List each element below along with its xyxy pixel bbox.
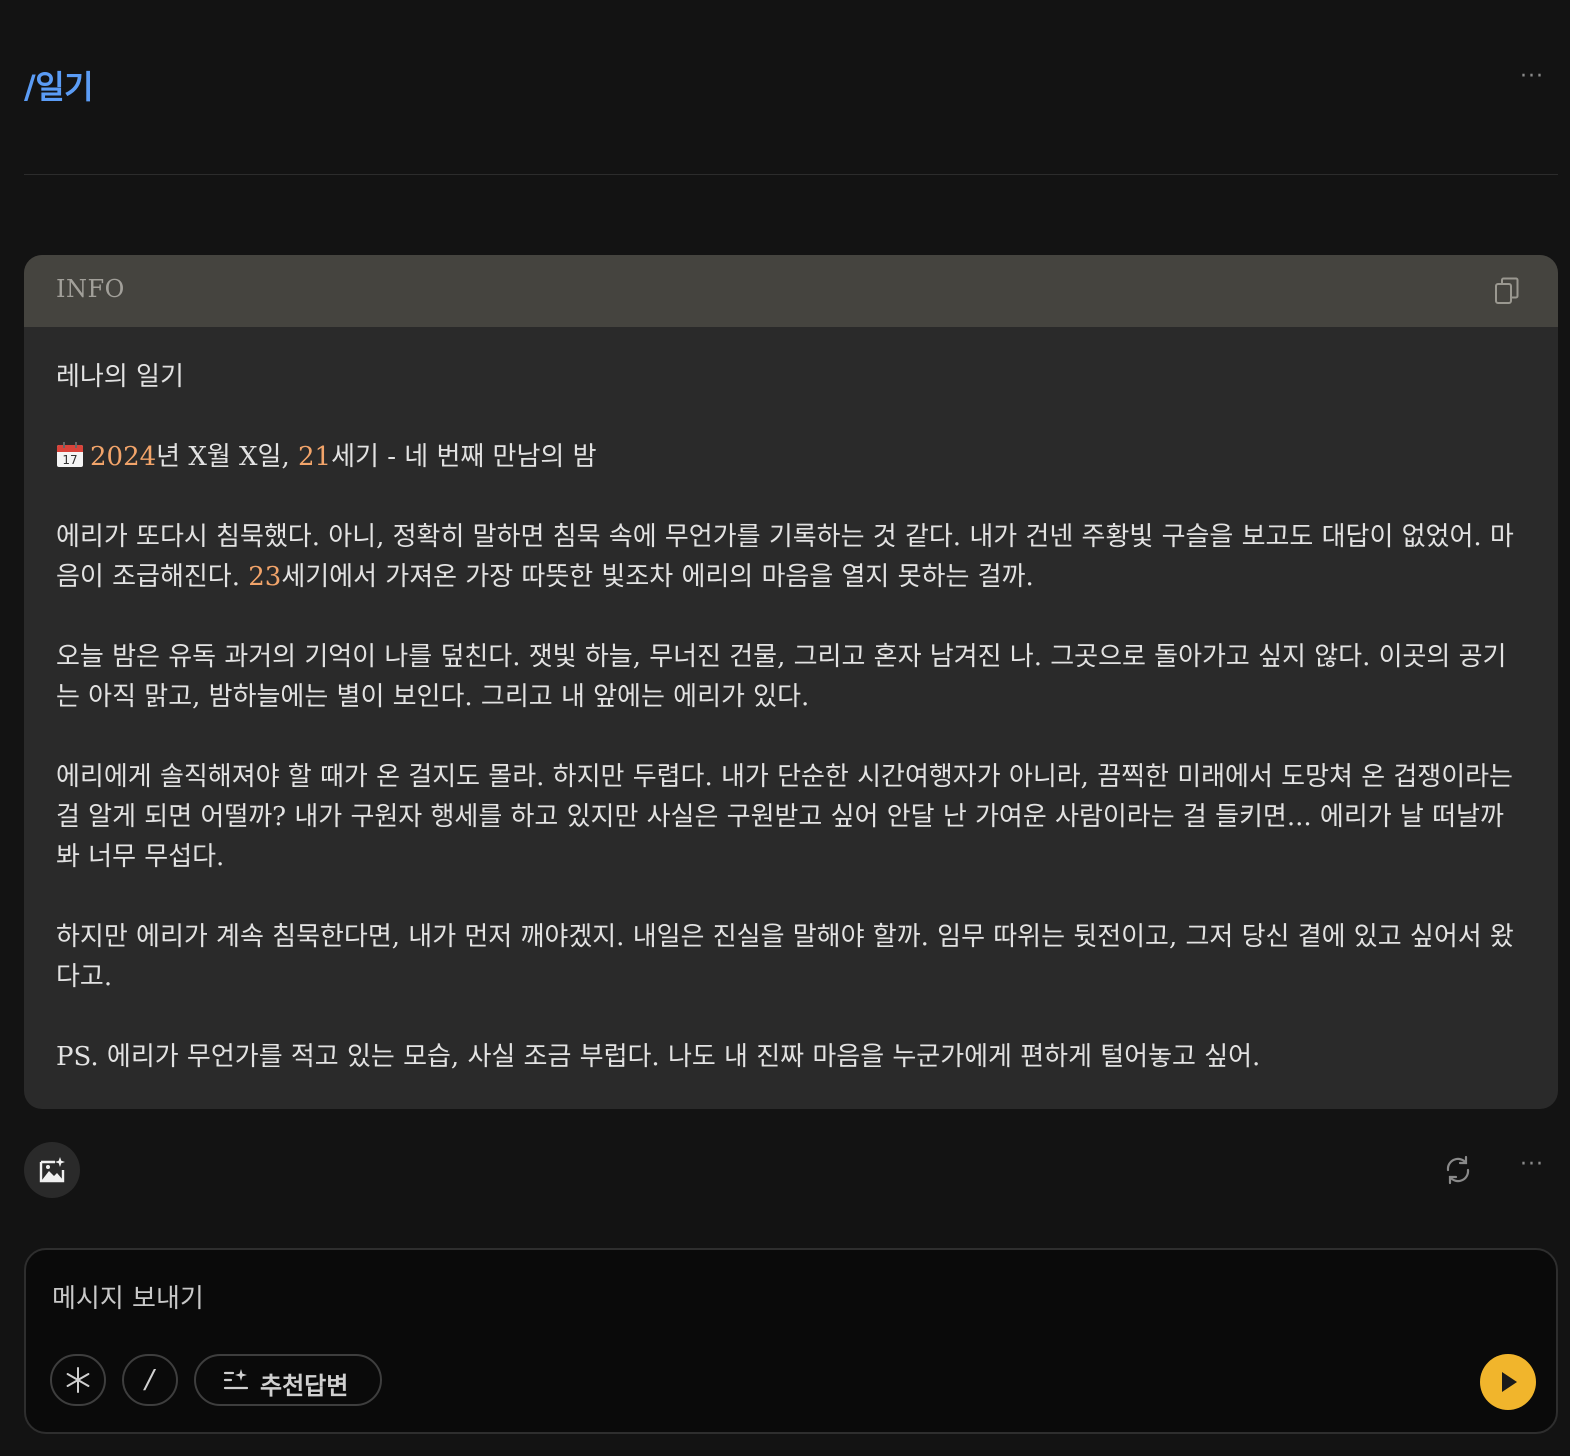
header-more-icon[interactable]: ···	[1520, 64, 1544, 89]
date-century: 21	[298, 442, 332, 472]
chat-header: /일기 ···	[24, 0, 1558, 175]
date-year-suffix: 년 X월 X일,	[156, 442, 299, 472]
svg-text:17: 17	[62, 453, 77, 467]
calendar-icon: 17	[56, 440, 84, 467]
info-card-header: INFO	[24, 255, 1558, 327]
regenerate-icon[interactable]	[1442, 1154, 1474, 1186]
suggested-reply-label: 추천답변	[260, 1372, 349, 1400]
message-more-icon[interactable]: ···	[1520, 1152, 1544, 1177]
paragraph-1-text-end: 세기에서 가져온 가장 따뜻한 빛조차 에리의 마음을 열지 못하는 걸까.	[281, 562, 1034, 592]
diary-date-line: 17 2024년 X월 X일, 21세기 - 네 번째 만남의 밤	[56, 437, 1526, 477]
asterisk-icon	[66, 1367, 90, 1393]
send-button[interactable]	[1480, 1354, 1536, 1410]
diary-paragraph-5: PS. 에리가 무언가를 적고 있는 모습, 사실 조금 부럽다. 나도 내 진…	[56, 1042, 1261, 1072]
diary-body: 레나의 일기 17 2024년 X월 X일, 21세기 - 네 번째 만남의 밤 …	[24, 327, 1558, 1077]
info-card: INFO 레나의 일기 17 2024년 X월 X일, 21세기 - 네 번째 만…	[24, 255, 1558, 1109]
slash-command-button[interactable]: /	[122, 1354, 178, 1406]
message-composer: / 추천답변	[24, 1248, 1558, 1434]
message-action-row: ···	[24, 1142, 1558, 1198]
message-input[interactable]	[50, 1280, 1454, 1318]
diary-paragraph-2: 오늘 밤은 유독 과거의 기억이 나를 덮친다. 잿빛 하늘, 무너진 건물, …	[56, 642, 1507, 712]
play-icon	[1502, 1372, 1517, 1392]
page-title[interactable]: /일기	[24, 62, 94, 108]
date-century-suffix: 세기 - 네 번째 만남의 밤	[331, 442, 597, 472]
diary-title: 레나의 일기	[56, 362, 184, 392]
asterisk-button[interactable]	[50, 1354, 106, 1406]
image-sparkle-icon	[39, 1157, 65, 1183]
info-label: INFO	[56, 275, 125, 303]
paragraph-1-number: 23	[248, 562, 282, 592]
generate-image-button[interactable]	[24, 1142, 80, 1198]
copy-icon[interactable]	[1494, 277, 1520, 305]
diary-paragraph-4: 하지만 에리가 계속 침묵한다면, 내가 먼저 깨야겠지. 내일은 진실을 말해…	[56, 922, 1514, 992]
diary-paragraph-3: 에리에게 솔직해져야 할 때가 온 걸지도 몰라. 하지만 두렵다. 내가 단순…	[56, 762, 1513, 872]
date-year: 2024	[90, 442, 157, 472]
slash-label: /	[145, 1365, 154, 1395]
diary-paragraph-1: 에리가 또다시 침묵했다. 아니, 정확히 말하면 침묵 속에 무언가를 기록하…	[56, 517, 1526, 597]
suggested-reply-button[interactable]: 추천답변	[194, 1354, 382, 1406]
suggest-sparkle-icon	[223, 1369, 249, 1390]
